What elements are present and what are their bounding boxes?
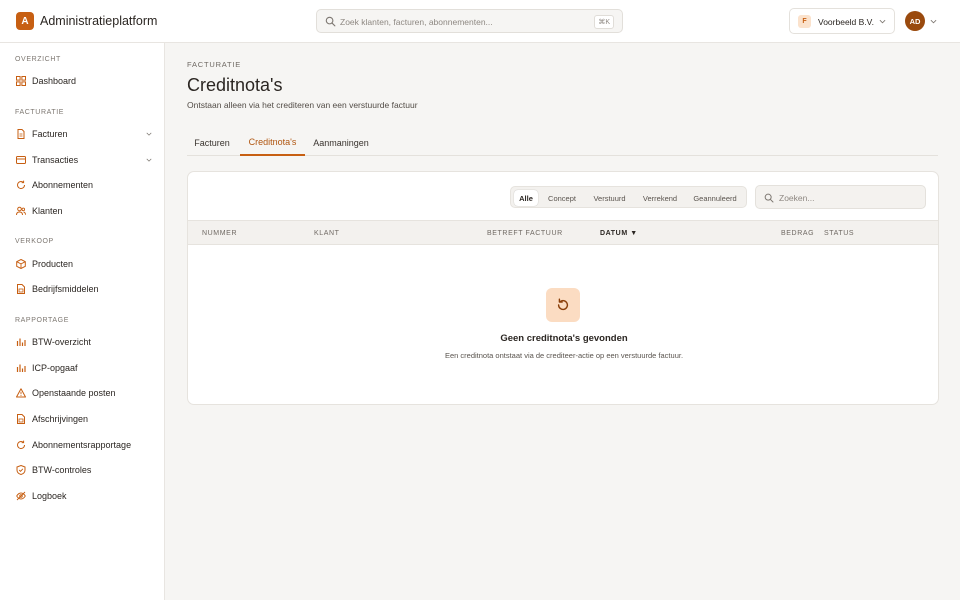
column-status[interactable]: STATUS (824, 230, 854, 237)
chevron-down-icon (879, 19, 886, 24)
bar-chart-icon (16, 364, 26, 372)
company-name: Voorbeeld B.V. (818, 17, 874, 27)
app-title: Administratieplatform (40, 14, 158, 28)
sidebar-section-label: RAPPORTAGE (15, 317, 69, 324)
sidebar-item-abonnementsrapportage[interactable]: Abonnementsrapportage (8, 434, 158, 456)
users-icon (16, 206, 26, 216)
sidebar-item-label: Abonnementsrapportage (32, 440, 132, 450)
filter-geannuleerd[interactable]: Geannuleerd (687, 190, 743, 206)
grid-icon (16, 76, 26, 86)
status-filter: Alle Concept Verstuurd Verrekend Geannul… (510, 186, 747, 208)
eye-off-icon (16, 491, 26, 501)
sidebar-item-label: Afschrijvingen (32, 414, 89, 424)
filter-verstuurd[interactable]: Verstuurd (586, 190, 633, 206)
sidebar-item-label: Logboek (32, 491, 67, 501)
column-nummer[interactable]: NUMMER (202, 230, 237, 237)
sidebar-item-label: BTW-controles (32, 465, 92, 475)
sidebar-item-label: Klanten (32, 206, 63, 216)
global-search[interactable]: Zoek klanten, facturen, abonnementen... … (316, 9, 623, 33)
chevron-down-icon[interactable] (930, 19, 937, 24)
sidebar-item-btw-controles[interactable]: BTW-controles (8, 459, 158, 481)
sidebar-item-facturen[interactable]: Facturen (8, 123, 158, 145)
tab-aanmaningen[interactable]: Aanmaningen (309, 130, 373, 156)
column-bedrag[interactable]: BEDRAG (781, 230, 814, 237)
app-logo[interactable]: A (16, 12, 34, 30)
table-header: NUMMER KLANT BETREFT FACTUUR DATUM ▼ BED… (188, 220, 938, 245)
chevron-down-icon (146, 132, 152, 136)
filter-all[interactable]: Alle (514, 190, 538, 206)
breadcrumb: FACTURATIE (187, 60, 242, 69)
filter-concept[interactable]: Concept (541, 190, 583, 206)
empty-state-icon (546, 288, 580, 322)
filter-verrekend[interactable]: Verrekend (636, 190, 684, 206)
sidebar-item-icp-opgaaf[interactable]: ICP-opgaaf (8, 357, 158, 379)
table-search-input[interactable]: Zoeken... (755, 185, 926, 209)
sidebar-item-label: ICP-opgaaf (32, 363, 78, 373)
refresh-icon (17, 440, 26, 450)
search-shortcut: ⌘K (594, 15, 614, 29)
sidebar-item-label: Bedrijfsmiddelen (32, 284, 99, 294)
sidebar-item-afschrijvingen[interactable]: Afschrijvingen (8, 408, 158, 430)
sidebar-item-producten[interactable]: Producten (8, 253, 158, 275)
search-icon (325, 16, 336, 27)
sidebar-section-label: VERKOOP (15, 238, 54, 245)
page-title: Creditnota's (187, 75, 283, 95)
bar-chart-icon (16, 338, 26, 346)
table-search-placeholder: Zoeken... (779, 193, 815, 203)
empty-state-title: Geen creditnota's gevonden (500, 333, 628, 344)
sidebar-item-label: Dashboard (32, 76, 77, 86)
creditnotes-card: Alle Concept Verstuurd Verrekend Geannul… (187, 171, 939, 405)
sidebar-item-label: Facturen (32, 129, 68, 139)
search-placeholder: Zoek klanten, facturen, abonnementen... (340, 17, 493, 27)
sidebar-item-abonnementen[interactable]: Abonnementen (8, 174, 158, 196)
box-icon (16, 259, 26, 269)
column-klant[interactable]: KLANT (314, 230, 340, 237)
tab-facturen[interactable]: Facturen (187, 130, 237, 156)
sidebar-item-logboek[interactable]: Logboek (8, 485, 158, 507)
tab-creditnotas[interactable]: Creditnota's (240, 130, 305, 156)
assets-icon (17, 414, 25, 424)
sidebar-item-label: Abonnementen (32, 180, 94, 190)
sidebar-item-label: Transacties (32, 155, 79, 165)
company-badge: F (798, 15, 811, 28)
avatar[interactable]: AD (905, 11, 925, 31)
search-icon (764, 193, 774, 203)
sidebar-section-label: FACTURATIE (15, 109, 65, 116)
shield-icon (16, 465, 26, 475)
sidebar-item-label: Openstaande posten (32, 388, 116, 398)
warning-icon (16, 388, 26, 398)
sidebar-item-bedrijfsmiddelen[interactable]: Bedrijfsmiddelen (8, 278, 158, 300)
assets-icon (17, 284, 25, 294)
sidebar-item-transacties[interactable]: Transacties (8, 149, 158, 171)
sidebar-item-dashboard[interactable]: Dashboard (8, 70, 158, 92)
page-subtitle: Ontstaan alleen via het crediteren van e… (187, 100, 418, 110)
sidebar-item-label: Producten (32, 259, 74, 269)
card-icon (16, 156, 26, 164)
sidebar-item-btw-overzicht[interactable]: BTW-overzicht (8, 331, 158, 353)
company-switcher[interactable]: F Voorbeeld B.V. (789, 8, 895, 34)
sidebar: OVERZICHT Dashboard FACTURATIE Facturen … (0, 43, 165, 600)
column-betreft-factuur[interactable]: BETREFT FACTUUR (487, 230, 563, 237)
refresh-icon (557, 298, 569, 311)
tab-bar: Facturen Creditnota's Aanmaningen (187, 130, 938, 156)
chevron-down-icon (146, 158, 152, 162)
sidebar-item-label: BTW-overzicht (32, 337, 91, 347)
refresh-icon (17, 180, 26, 190)
top-bar: A Administratieplatform Zoek klanten, fa… (0, 0, 960, 43)
column-datum[interactable]: DATUM ▼ (600, 230, 638, 237)
sidebar-item-openstaande-posten[interactable]: Openstaande posten (8, 382, 158, 404)
empty-state-subtitle: Een creditnota ontstaat via de crediteer… (444, 351, 684, 360)
sidebar-item-klanten[interactable]: Klanten (8, 200, 158, 222)
sidebar-section-label: OVERZICHT (15, 56, 61, 63)
document-icon (17, 129, 25, 139)
